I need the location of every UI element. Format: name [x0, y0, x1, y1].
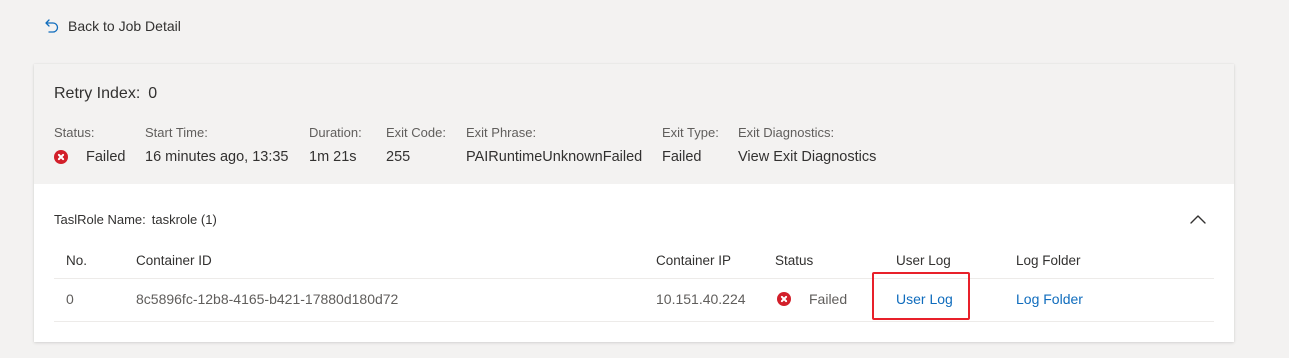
retry-index-value: 0 [148, 85, 158, 102]
exit-type-value: Failed [662, 149, 702, 165]
exit-phrase-label: Exit Phrase: [466, 125, 537, 140]
exit-diagnostics-label: Exit Diagnostics: [738, 125, 835, 140]
duration-value: 1m 21s [309, 149, 357, 165]
retry-index-label: Retry Index: [54, 85, 141, 102]
task-role-value: taskrole (1) [151, 212, 217, 227]
chevron-up-icon [1188, 215, 1208, 234]
row-container-id: 8c5896fc-12b8-4165-b421-17880d180d72 [136, 291, 399, 307]
error-icon [54, 150, 68, 164]
task-role-header: TaslRole Name: taskrole (1) [54, 212, 217, 227]
start-time-value: 16 minutes ago, 13:35 [145, 149, 289, 165]
duration-label: Duration: [309, 125, 362, 140]
retry-detail-card: Retry Index: 0 Status: Failed Start Time:… [34, 64, 1234, 342]
header-user-log: User Log [896, 253, 951, 268]
header-container-id: Container ID [136, 253, 212, 268]
exit-diagnostics-field: Exit Diagnostics: View Exit Diagnostics [738, 124, 876, 166]
header-container-ip: Container IP [656, 253, 732, 268]
status-field: Status: Failed [54, 124, 126, 166]
log-folder-link[interactable]: Log Folder [1016, 291, 1083, 307]
header-status: Status [775, 253, 814, 268]
header-log-folder: Log Folder [1016, 253, 1081, 268]
exit-phrase-value: PAIRuntimeUnknownFailed [466, 149, 643, 165]
container-table: No. Container ID Container IP Status Use… [54, 244, 1214, 322]
exit-code-label: Exit Code: [386, 125, 446, 140]
retry-index: Retry Index: 0 [54, 85, 157, 103]
exit-phrase-field: Exit Phrase: PAIRuntimeUnknownFailed [466, 124, 642, 166]
row-no: 0 [66, 291, 74, 307]
row-status: Failed [777, 291, 847, 307]
exit-code-value: 255 [386, 149, 411, 165]
retry-summary: Retry Index: 0 Status: Failed Start Time:… [34, 64, 1234, 184]
task-role-label: TaslRole Name: [54, 212, 146, 227]
user-log-link[interactable]: User Log [896, 291, 953, 307]
duration-field: Duration: 1m 21s [309, 124, 362, 166]
row-status-value: Failed [809, 291, 848, 307]
error-icon [777, 292, 791, 306]
table-row: 0 8c5896fc-12b8-4165-b421-17880d180d72 1… [54, 279, 1214, 322]
back-link-label: Back to Job Detail [68, 18, 181, 34]
back-arrow-icon [44, 18, 60, 34]
collapse-task-role-button[interactable] [1188, 210, 1208, 230]
view-exit-diagnostics-link[interactable]: View Exit Diagnostics [738, 148, 876, 166]
row-container-ip: 10.151.40.224 [656, 291, 746, 307]
start-time-field: Start Time: 16 minutes ago, 13:35 [145, 124, 289, 166]
exit-code-field: Exit Code: 255 [386, 124, 446, 166]
start-time-label: Start Time: [145, 125, 208, 140]
table-header-row: No. Container ID Container IP Status Use… [54, 244, 1214, 279]
exit-type-field: Exit Type: Failed [662, 124, 719, 166]
status-value-wrap: Failed [54, 148, 126, 166]
back-to-job-detail-link[interactable]: Back to Job Detail [44, 18, 181, 34]
exit-type-label: Exit Type: [662, 125, 719, 140]
status-label: Status: [54, 125, 95, 140]
status-value: Failed [86, 149, 126, 165]
header-no: No. [66, 253, 88, 268]
